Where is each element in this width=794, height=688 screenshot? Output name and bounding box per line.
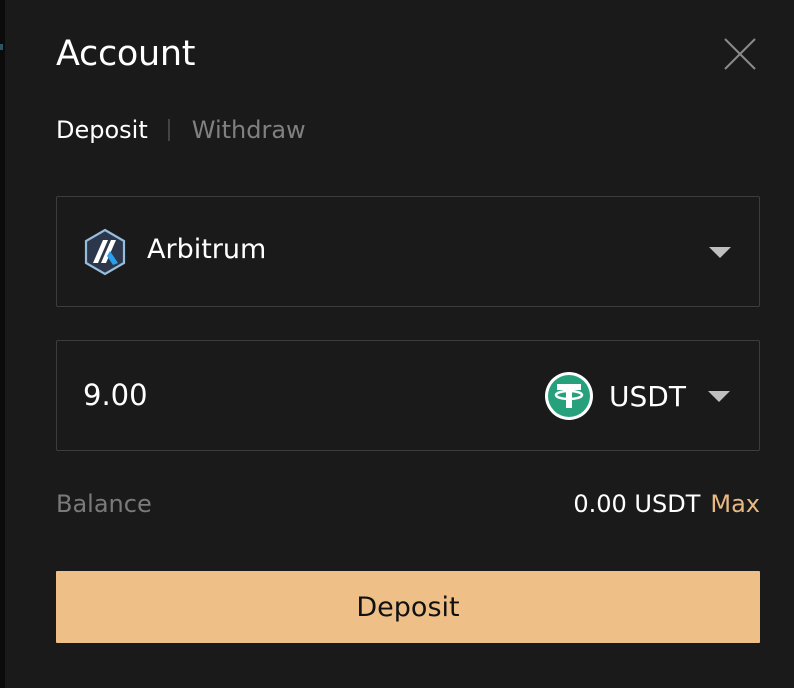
chevron-down-icon — [708, 391, 730, 402]
network-select[interactable]: Arbitrum — [56, 196, 760, 307]
tab-deposit[interactable]: Deposit — [56, 116, 148, 144]
close-button[interactable] — [721, 35, 759, 73]
balance-label: Balance — [56, 490, 152, 518]
token-symbol: USDT — [609, 379, 686, 413]
modal-title: Account — [56, 34, 196, 74]
close-icon — [724, 38, 756, 70]
background-edge — [0, 44, 3, 50]
deposit-button[interactable]: Deposit — [56, 571, 760, 643]
network-name: Arbitrum — [147, 234, 267, 265]
arbitrum-logo-icon — [84, 228, 126, 276]
balance-info: 0.00 USDT Max — [573, 490, 760, 518]
usdt-logo-icon — [545, 372, 593, 420]
balance-row: Balance 0.00 USDT Max — [56, 488, 760, 520]
amount-field: USDT — [56, 340, 760, 451]
tab-bar: Deposit Withdraw — [56, 114, 306, 146]
tab-divider — [167, 119, 170, 141]
account-modal: Account Deposit Withdraw Arbitrum 9.00 U… — [5, 0, 794, 688]
chevron-down-icon — [709, 247, 731, 258]
max-button[interactable]: Max — [710, 490, 760, 518]
token-select[interactable]: USDT — [545, 370, 735, 422]
tab-withdraw[interactable]: Withdraw — [192, 116, 306, 144]
balance-value: 0.00 USDT — [573, 490, 701, 518]
amount-input[interactable] — [83, 371, 383, 419]
